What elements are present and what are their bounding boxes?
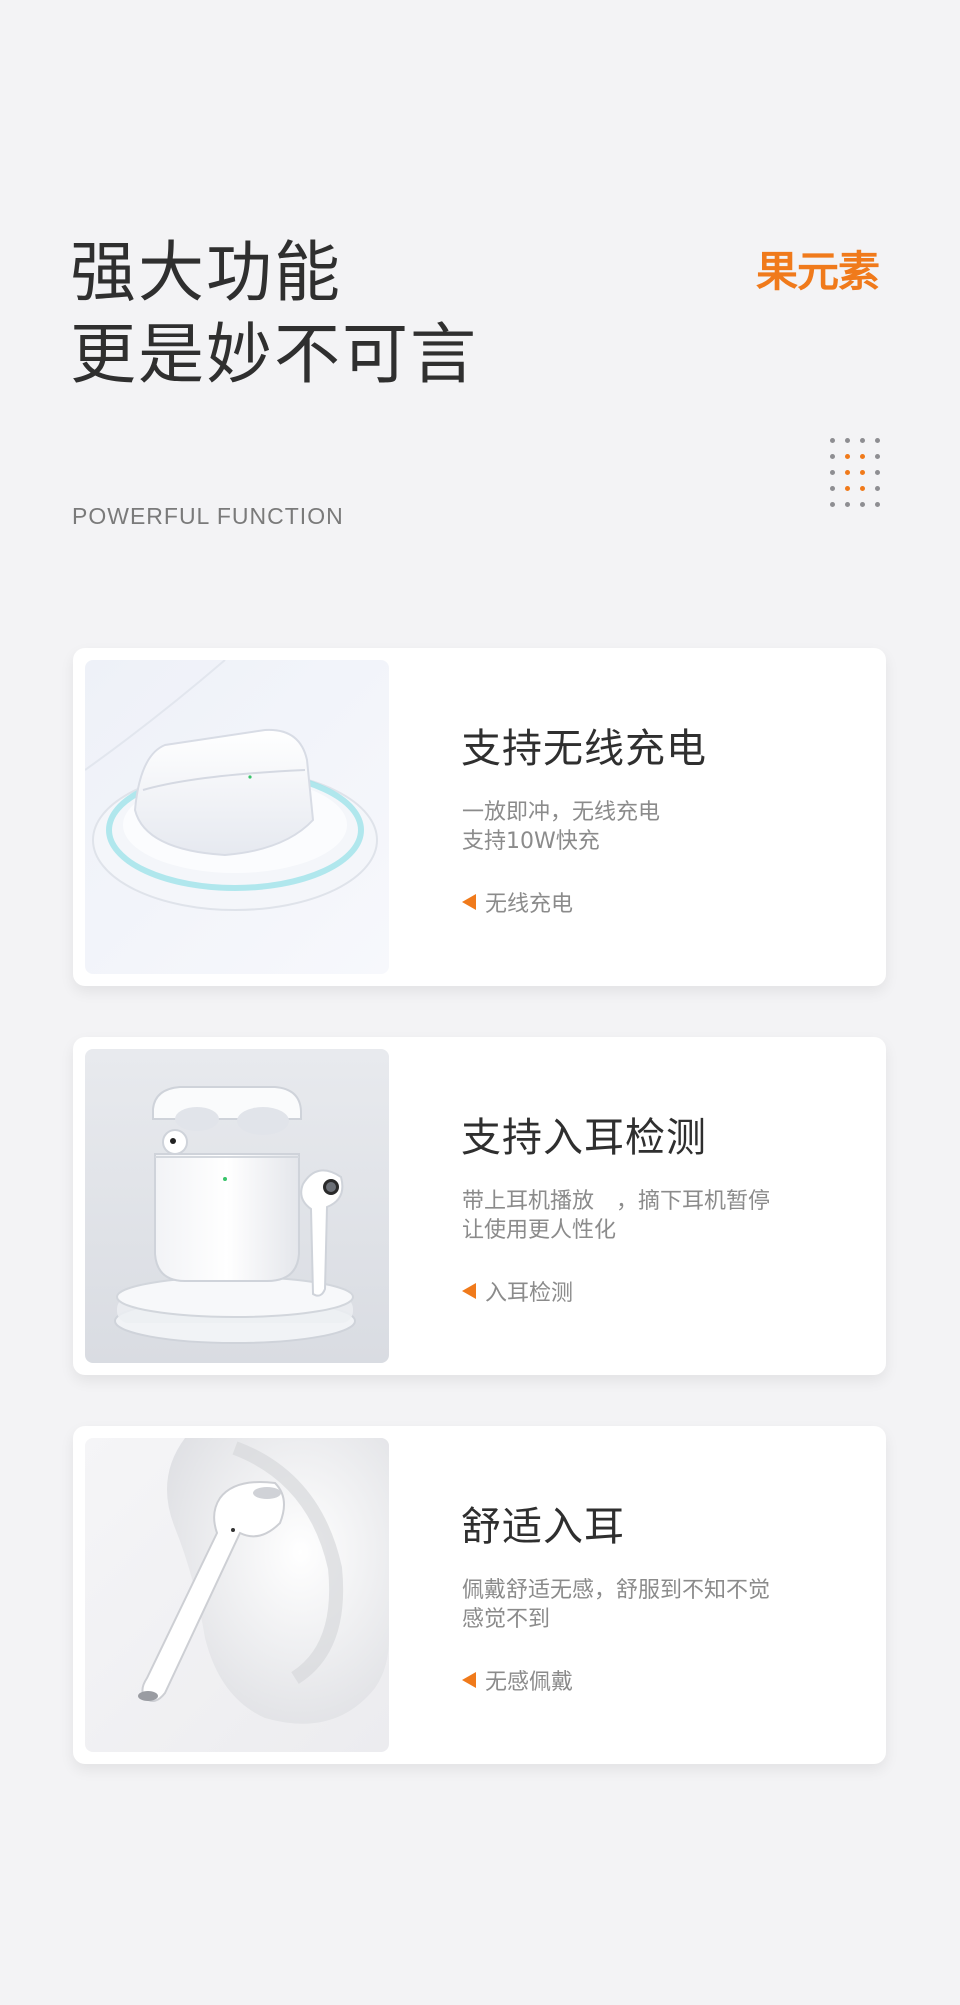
wireless-charger-photo — [85, 660, 389, 974]
feature-title: 支持无线充电 — [461, 726, 707, 772]
feature-card-ear-detection: 支持入耳检测 带上耳机播放 ，摘下耳机暂停 让使用更人性化 入耳检测 — [73, 1037, 886, 1375]
feature-tag-label: 入耳检测 — [485, 1281, 574, 1306]
feature-description: 带上耳机播放 ，摘下耳机暂停 让使用更人性化 — [462, 1187, 770, 1245]
triangle-left-icon — [462, 1283, 476, 1299]
feature-description: 一放即冲，无线充电 支持10W快充 — [462, 798, 660, 856]
earbuds-case-photo — [85, 1049, 389, 1363]
page-headline: 强大功能 更是妙不可言 — [70, 232, 478, 396]
feature-description: 佩戴舒适无感，舒服到不知不觉 感觉不到 — [462, 1576, 770, 1634]
feature-title: 支持入耳检测 — [461, 1115, 707, 1161]
feature-tag: 无感佩戴 — [462, 1664, 573, 1696]
feature-tag: 无线充电 — [462, 886, 573, 918]
headline-line-1: 强大功能 — [70, 234, 342, 311]
feature-desc-line-2: 感觉不到 — [462, 1607, 551, 1632]
triangle-left-icon — [462, 894, 476, 910]
feature-desc-line-2: 让使用更人性化 — [462, 1218, 617, 1243]
feature-desc-line-2: 支持10W快充 — [462, 829, 600, 854]
feature-tag-label: 无感佩戴 — [485, 1670, 574, 1695]
feature-tag-label: 无线充电 — [485, 892, 574, 917]
feature-card-wireless-charging: 支持无线充电 一放即冲，无线充电 支持10W快充 无线充电 — [73, 648, 886, 986]
brand-logo: 果元素 — [756, 247, 880, 296]
earbud-in-ear-photo — [85, 1438, 389, 1752]
feature-desc-line-1: 佩戴舒适无感，舒服到不知不觉 — [462, 1578, 771, 1603]
feature-desc-line-1: 一放即冲，无线充电 — [462, 800, 661, 825]
dot-grid-decoration — [830, 438, 881, 508]
feature-card-comfort-fit: 舒适入耳 佩戴舒适无感，舒服到不知不觉 感觉不到 无感佩戴 — [73, 1426, 886, 1764]
section-subtitle: POWERFUL FUNCTION — [72, 503, 344, 529]
triangle-left-icon — [462, 1672, 476, 1688]
feature-tag: 入耳检测 — [462, 1275, 573, 1307]
headline-line-2: 更是妙不可言 — [70, 316, 478, 393]
feature-desc-line-1: 带上耳机播放 ，摘下耳机暂停 — [462, 1189, 771, 1214]
feature-title: 舒适入耳 — [461, 1504, 625, 1550]
